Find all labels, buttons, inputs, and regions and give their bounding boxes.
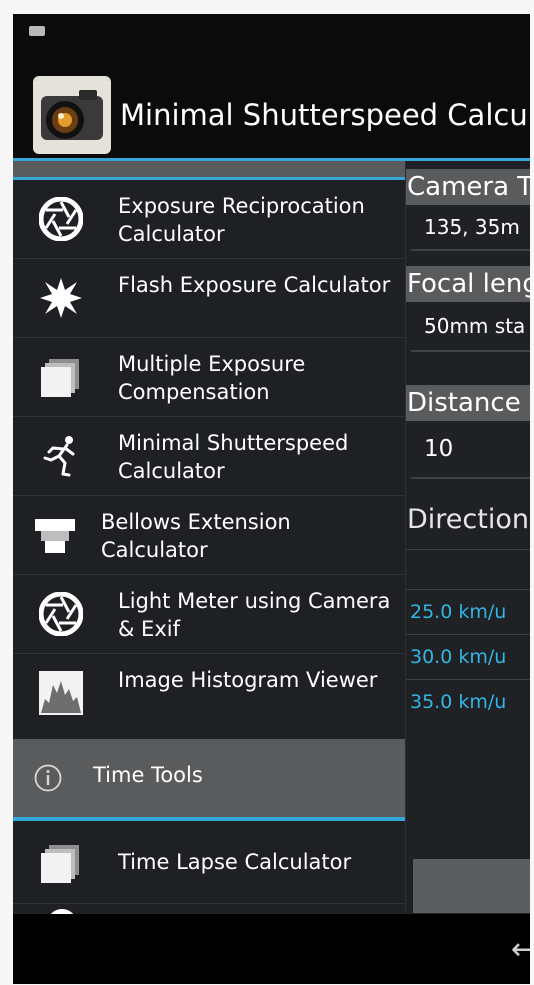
main-content: Camera T 135, 35m Focal leng 50mm sta Di… [13,161,530,914]
calculate-button[interactable] [413,859,530,913]
action-bar: Minimal Shutterspeed Calculator [13,54,530,158]
camera-type-header: Camera T [405,169,530,205]
camera-app-icon[interactable] [33,76,111,154]
distance-header: Distance [405,385,530,421]
speed-list: 25.0 km/u 30.0 km/u 35.0 km/u [405,589,530,724]
camera-type-select[interactable]: 135, 35m [405,205,530,249]
camera-type-section: Camera T 135, 35m [405,169,530,251]
distance-underline [411,477,530,479]
drawer-item-label: Minimal Shutterspeed Calculator [118,431,349,483]
drawer-item-light-meter[interactable]: Light Meter using Camera & Exif [13,575,405,654]
drawer-item-minimal-shutterspeed[interactable]: Minimal Shutterspeed Calculator [13,417,405,496]
section-label: Time Tools [93,763,203,787]
info-icon [33,763,63,793]
phone-screen: Minimal Shutterspeed Calculator Camera T… [13,14,530,984]
running-person-icon [39,434,83,478]
drawer-item-bellows-extension[interactable]: Bellows Extension Calculator [13,496,405,575]
aperture-icon [38,196,84,242]
focal-length-select[interactable]: 50mm sta [405,302,530,350]
notification-icon [29,26,45,36]
histogram-icon [39,671,83,715]
aperture-icon [38,591,84,637]
back-arrow-icon[interactable]: ← [511,932,530,967]
drawer-item-label: Flash Exposure Calculator [118,273,391,297]
focal-length-section: Focal leng 50mm sta [405,266,530,352]
drawer-item-image-histogram[interactable]: Image Histogram Viewer [13,654,405,733]
drawer-item-label: Bellows Extension Calculator [101,510,291,562]
flash-burst-icon [39,276,83,320]
drawer-item-flash-exposure[interactable]: Flash Exposure Calculator [13,259,405,338]
direction-section: Direction [405,495,530,550]
bellows-icon [33,513,77,557]
distance-input[interactable]: 10 [405,421,530,477]
speed-item: 35.0 km/u [410,691,507,713]
drawer-item-label: Image Histogram Viewer [118,668,378,692]
section-header-time-tools[interactable]: Time Tools [13,739,405,817]
focal-length-header: Focal leng [405,266,530,302]
drawer-item-label: Light Meter using Camera & Exif [118,589,391,641]
drawer-item-time-lapse[interactable]: Time Lapse Calculator [13,821,405,904]
stacked-frames-icon [39,841,83,885]
stacked-frames-icon [39,355,83,399]
camera-type-underline [411,249,530,251]
drawer-header-strip [13,161,405,177]
speed-item: 30.0 km/u [410,646,507,668]
status-bar [13,14,530,54]
drawer-item-label: Exposure Reciprocation Calculator [118,194,365,246]
focal-length-underline [411,350,530,352]
app-title: Minimal Shutterspeed Calculator [120,98,530,132]
speed-item: 25.0 km/u [410,601,507,623]
direction-divider [405,549,530,550]
drawer-item-exposure-reciprocation[interactable]: Exposure Reciprocation Calculator [13,180,405,259]
distance-section: Distance 10 [405,385,530,479]
navigation-bar: ← [13,914,530,984]
drawer-item-multiple-exposure[interactable]: Multiple Exposure Compensation [13,338,405,417]
drawer-item-label: Multiple Exposure Compensation [118,352,306,404]
direction-label: Direction [407,504,529,535]
navigation-drawer: Exposure Reciprocation Calculator Flash … [13,161,406,914]
drawer-item-label: Time Lapse Calculator [118,850,352,874]
